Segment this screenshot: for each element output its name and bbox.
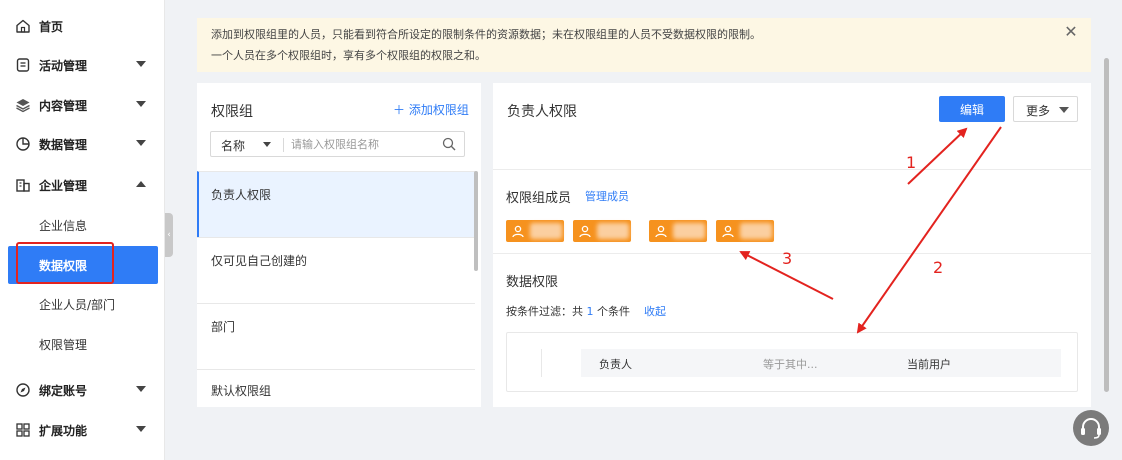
divider [493,253,1091,254]
member-chip[interactable] [716,220,774,242]
manage-members-link[interactable]: 管理成员 [585,188,629,204]
member-chip[interactable] [649,220,707,242]
chevron-down-icon[interactable] [263,142,271,147]
chevron-down-icon [136,426,146,432]
apps-icon [16,423,30,437]
home-icon [16,19,30,33]
condition-row: 负责人 等于其中... 当前用户 [581,349,1061,377]
member-name-redacted [740,223,772,239]
sidebar: 首页 活动管理 内容管理 数据管理 企业管理 企业信息 数据权限 企业人员/部门… [0,0,165,460]
nav-extensions[interactable]: 扩展功能 [0,410,165,450]
search-field-select[interactable]: 名称 [221,137,245,154]
nav-activity[interactable]: 活动管理 [0,45,165,85]
sub-item-label: 数据权限 [39,258,88,273]
chevron-left-icon: ‹ [167,230,171,240]
group-item-label: 负责人权限 [211,188,272,202]
edit-button[interactable]: 编辑 [939,96,1005,122]
sub-item-data-permission[interactable]: 数据权限 [8,246,158,284]
page-scrollbar[interactable] [1104,58,1109,392]
group-item-label: 仅可见自己创建的 [211,254,308,268]
list-scrollbar[interactable] [474,171,478,271]
divider [283,138,284,152]
nav-bind-account[interactable]: 绑定账号 [0,370,165,410]
close-icon[interactable]: ✕ [1063,24,1079,40]
chevron-down-icon [1059,107,1069,113]
nav-content-label: 内容管理 [39,98,88,113]
nav-data[interactable]: 数据管理 [0,124,165,164]
collapse-link[interactable]: 收起 [644,305,666,318]
condition-box: 负责人 等于其中... 当前用户 [506,332,1078,392]
chevron-down-icon [136,140,146,146]
pie-chart-icon [16,137,30,151]
filter-prefix: 按条件过滤：共 [506,305,587,318]
more-button-label: 更多 [1026,104,1051,118]
group-item[interactable]: 默认权限组 [197,369,475,407]
more-button[interactable]: 更多 [1013,96,1078,122]
headset-icon [1081,418,1101,439]
permission-detail-panel: 负责人权限 编辑 更多 权限组成员 管理成员 数据权限 按条件过滤：共 1 个条… [493,83,1091,407]
sub-item-enterprise-info[interactable]: 企业信息 [0,206,165,244]
nav-home-label: 首页 [39,19,64,34]
data-permission-title: 数据权限 [506,275,559,290]
condition-operator: 等于其中... [763,358,818,371]
nav-enterprise-label: 企业管理 [39,178,88,193]
sub-item-label: 权限管理 [39,337,88,352]
sub-item-permission-management[interactable]: 权限管理 [0,325,165,363]
nav-bind-account-label: 绑定账号 [39,383,88,398]
sidebar-collapse-handle[interactable]: ‹ [165,213,173,257]
notice-line-2: 一个人员在多个权限组时，享有多个权限组的权限之和。 [211,49,486,62]
divider [493,169,1091,170]
filter-summary: 按条件过滤：共 1 个条件 收起 [506,303,666,319]
filter-suffix: 个条件 [593,305,630,318]
chevron-down-icon [136,101,146,107]
group-item[interactable]: 负责人权限 [197,171,475,237]
permission-group-panel: 权限组 ＋ 添加权限组 名称 负责人权限 仅可见自己创建的 部门 默认权限组 [197,83,481,407]
add-permission-group-button[interactable]: ＋ 添加权限组 [393,101,469,118]
member-name-redacted [597,223,629,239]
member-name-redacted [673,223,705,239]
nav-extensions-label: 扩展功能 [39,423,88,438]
layers-icon [16,99,30,113]
user-icon [722,225,734,238]
compass-icon [16,383,30,397]
user-icon [512,225,524,238]
search-input[interactable] [291,135,431,153]
nav-activity-label: 活动管理 [39,58,88,73]
sub-item-label: 企业信息 [39,218,88,233]
group-item-label: 部门 [211,320,236,334]
notice-banner: 添加到权限组里的人员，只能看到符合所设定的限制条件的资源数据；未在权限组里的人员… [197,18,1091,72]
condition-count: 1 [586,305,594,318]
member-chip[interactable] [506,220,564,242]
notice-line-1: 添加到权限组里的人员，只能看到符合所设定的限制条件的资源数据；未在权限组里的人员… [211,28,761,41]
group-item-label: 默认权限组 [211,384,272,398]
nav-content[interactable]: 内容管理 [0,85,165,125]
condition-value: 当前用户 [907,358,951,371]
condition-field: 负责人 [599,358,632,371]
detail-title: 负责人权限 [507,104,577,120]
sub-item-label: 企业人员/部门 [39,297,116,312]
nav-data-label: 数据管理 [39,137,88,152]
activity-icon [16,58,30,72]
search-icon[interactable] [442,137,456,151]
nav-enterprise[interactable]: 企业管理 [0,165,165,205]
divider [541,349,542,377]
chevron-up-icon [136,181,146,187]
building-icon [16,179,30,192]
group-item[interactable]: 仅可见自己创建的 [197,237,475,303]
members-section-title: 权限组成员 [506,191,572,206]
nav-home[interactable]: 首页 [0,6,165,46]
user-icon [579,225,591,238]
group-search: 名称 [210,131,465,157]
chevron-down-icon [136,386,146,392]
member-name-redacted [530,223,562,239]
customer-service-button[interactable] [1073,410,1109,446]
member-chip[interactable] [573,220,631,242]
group-item[interactable]: 部门 [197,303,475,369]
user-icon [655,225,667,238]
sub-item-enterprise-staff[interactable]: 企业人员/部门 [0,285,165,323]
chevron-down-icon [136,61,146,67]
panel-title: 权限组 [211,104,253,120]
